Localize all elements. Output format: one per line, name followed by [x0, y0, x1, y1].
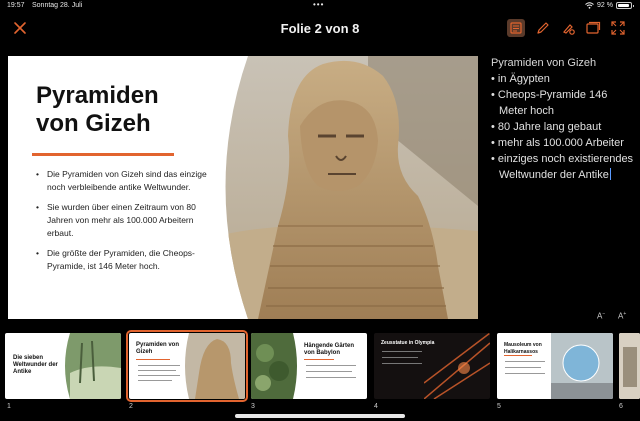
notes-title: Pyramiden von Gizeh [491, 57, 597, 69]
slide-bullet: Die Pyramiden von Gizeh sind das einzige… [32, 168, 222, 194]
wifi-icon [585, 2, 594, 9]
thumbnail-number: 1 [7, 403, 11, 410]
slide-bullet: Die größte der Pyramiden, die Cheops-Pyr… [32, 247, 222, 273]
laser-pointer-icon [563, 24, 575, 35]
pen-button[interactable] [534, 19, 552, 37]
thumbnail-image [619, 333, 640, 399]
thumbnail-number: 3 [251, 403, 255, 410]
slide-thumbnail-strip[interactable]: Die sieben Weltwunder der Antike 1 Pyram… [0, 330, 640, 410]
thumbnail-text-line [505, 361, 545, 362]
slide-bullet: Sie wurden über einen Zeitraum von 80 Ja… [32, 201, 222, 240]
notes-item: Cheops-Pyramide 146 Meter hoch [491, 87, 636, 119]
slide-bullet-list: Die Pyramiden von Gizeh sind das einzige… [32, 168, 222, 280]
close-button[interactable] [12, 20, 28, 36]
thumbnail-text-line [382, 351, 422, 352]
decrease-font-button[interactable]: A− [597, 311, 605, 321]
status-time: 19:57 [7, 2, 25, 9]
slide-thumbnail-5[interactable]: Mausoleum von Halikarnassos [497, 333, 613, 399]
thumbnail-image [551, 333, 613, 399]
fullscreen-icon [611, 21, 625, 35]
thumbnail-title: Pyramiden von Gizeh [136, 342, 180, 355]
home-indicator[interactable] [235, 414, 405, 418]
multitasking-dots-icon[interactable]: ••• [313, 0, 324, 9]
pen-icon [537, 22, 549, 34]
laser-pointer-button[interactable] [559, 19, 577, 37]
thumbnail-rule [504, 355, 532, 356]
thumbnail-text-line [138, 375, 180, 376]
slide-thumbnail-2[interactable]: Pyramiden von Gizeh [126, 330, 248, 402]
notes-icon [510, 22, 522, 34]
text-cursor [609, 168, 611, 180]
thumbnail-text-line [505, 367, 541, 368]
notes-item-text: einziges noch existierendes Weltwunder d… [497, 153, 634, 181]
thumbnail-text-line [138, 370, 176, 371]
notes-button[interactable] [507, 19, 525, 37]
speaker-notes[interactable]: Pyramiden von Gizeh in Ägypten Cheops-Py… [491, 55, 636, 183]
toolbar: Folie 2 von 8 [0, 14, 640, 42]
notes-item: einziges noch existierendes Weltwunder d… [491, 151, 636, 183]
thumbnail-rule [304, 359, 334, 360]
thumbnail-text-line [138, 380, 172, 381]
current-slide[interactable]: Pyramiden von Gizeh Die Pyramiden von Gi… [8, 56, 478, 319]
thumbnail-title: Die sieben Weltwunder der Antike [13, 355, 58, 375]
thumbnail-text-line [306, 371, 352, 372]
status-date: Sonntag 28. Juli [32, 2, 83, 9]
thumbnail-image [251, 333, 297, 399]
title-underline [32, 153, 174, 156]
thumbnail-title: Mausoleum von Halikarnassos [504, 342, 542, 355]
thumbnail-number: 4 [374, 403, 378, 410]
notes-item: in Ägypten [491, 71, 636, 87]
notes-item: 80 Jahre lang gebaut [491, 119, 636, 135]
notes-list: in Ägypten Cheops-Pyramide 146 Meter hoc… [491, 71, 636, 183]
thumbnail-image [424, 333, 490, 399]
slide-thumbnail-3[interactable]: Hängende Gärten von Babylon [251, 333, 367, 399]
thumbnail-text-line [382, 363, 422, 364]
thumbnail-image [185, 333, 245, 399]
thumbnail-text-line [306, 377, 356, 378]
slide-thumbnail-1[interactable]: Die sieben Weltwunder der Antike [5, 333, 121, 399]
slide-thumbnail-6[interactable] [619, 333, 640, 399]
thumbnail-number: 6 [619, 403, 623, 410]
notes-item: mehr als 100.000 Arbeiter [491, 135, 636, 151]
thumbnail-text-line [505, 373, 545, 374]
fullscreen-button[interactable] [609, 19, 627, 37]
status-bar: 19:57 Sonntag 28. Juli ••• 92 % [0, 0, 640, 12]
thumbnail-text-line [382, 357, 418, 358]
thumbnail-image [65, 333, 121, 399]
thumbnail-rule [136, 359, 170, 360]
thumbnail-text-line [138, 365, 180, 366]
display-button[interactable] [584, 19, 602, 37]
display-icon [586, 21, 601, 34]
thumbnail-text-line [306, 365, 356, 366]
thumbnail-title: Hängende Gärten von Babylon [304, 343, 355, 356]
battery-icon [616, 2, 634, 9]
close-icon [14, 22, 26, 34]
slide-thumbnail-4[interactable]: Zeusstatue in Olympia [374, 333, 490, 399]
sphinx-photo [225, 56, 478, 319]
thumbnail-number: 2 [129, 403, 133, 410]
slide-title: Pyramiden von Gizeh [36, 82, 159, 137]
battery-percent: 92 % [597, 2, 613, 9]
thumbnail-number: 5 [497, 403, 501, 410]
increase-font-button[interactable]: A+ [618, 311, 626, 321]
